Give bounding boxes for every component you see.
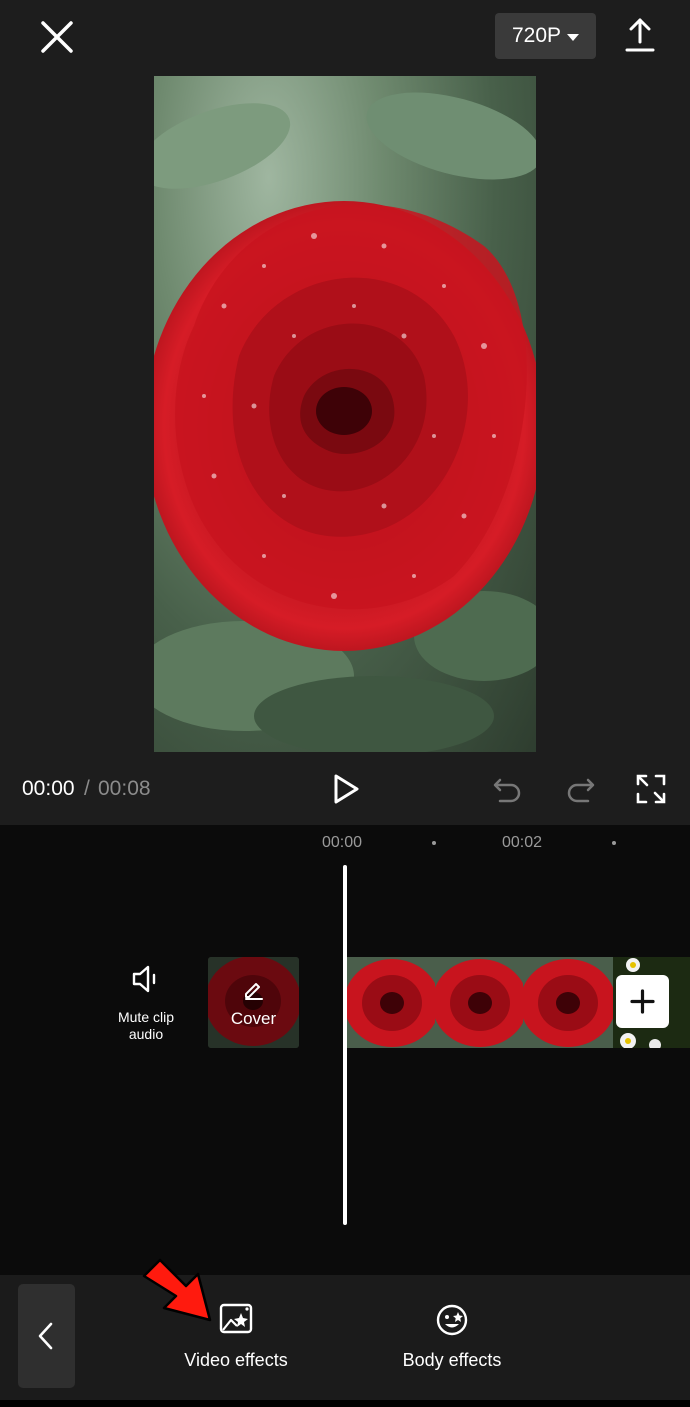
timeline-dot	[612, 841, 616, 845]
close-icon	[41, 21, 73, 53]
add-clip-button[interactable]	[616, 975, 669, 1028]
red-arrow-icon	[142, 1258, 212, 1322]
timeline-tick: 00:00	[322, 834, 363, 851]
timeline-dot	[432, 841, 436, 845]
speaker-icon	[132, 965, 156, 993]
fullscreen-button[interactable]	[636, 774, 666, 804]
play-icon	[334, 774, 359, 804]
rose-frame-thumbnail	[435, 957, 525, 1048]
close-button[interactable]	[34, 14, 80, 60]
body-effects-icon	[436, 1304, 468, 1336]
pencil-icon	[245, 983, 263, 1000]
clip-frame[interactable]	[347, 957, 437, 1048]
redo-icon	[567, 778, 595, 803]
clip-frame[interactable]	[435, 957, 525, 1048]
rose-frame-thumbnail	[347, 957, 437, 1048]
body-effects-button[interactable]: Body effects	[382, 1296, 522, 1376]
caret-down-icon	[567, 33, 580, 41]
mute-clip-audio-label: Mute clip audio	[117, 1009, 175, 1042]
mute-clip-audio-button[interactable]: Mute clip audio	[110, 963, 182, 1047]
video-preview[interactable]	[154, 76, 536, 752]
cover-label: Cover	[230, 1009, 277, 1028]
resolution-dropdown[interactable]: 720P	[495, 13, 596, 59]
resolution-label: 720P	[511, 24, 562, 47]
undo-icon	[493, 778, 521, 803]
export-upload-icon	[625, 18, 655, 52]
total-duration: 00:08	[98, 777, 151, 800]
export-button[interactable]	[618, 14, 662, 58]
redo-button[interactable]	[564, 774, 596, 804]
bottom-toolbar	[0, 1275, 690, 1400]
clip-frame[interactable]	[523, 957, 613, 1048]
rose-frame-thumbnail	[523, 957, 613, 1048]
playhead[interactable]	[343, 865, 347, 1225]
back-button[interactable]	[18, 1284, 75, 1388]
fullscreen-icon	[636, 774, 666, 804]
play-button[interactable]	[330, 772, 362, 806]
time-separator: /	[84, 777, 90, 800]
current-time: 00:00	[22, 777, 75, 800]
cover-button[interactable]: Cover	[208, 957, 299, 1048]
rose-image	[154, 92, 536, 752]
plus-icon	[630, 989, 655, 1014]
video-effects-label: Video effects	[184, 1350, 288, 1370]
timeline-tick: 00:02	[502, 834, 543, 851]
body-effects-label: Body effects	[402, 1350, 502, 1370]
cover-thumbnail	[208, 957, 299, 1048]
chevron-left-icon	[38, 1322, 53, 1350]
undo-button[interactable]	[492, 774, 524, 804]
annotation-arrow	[136, 1252, 226, 1328]
